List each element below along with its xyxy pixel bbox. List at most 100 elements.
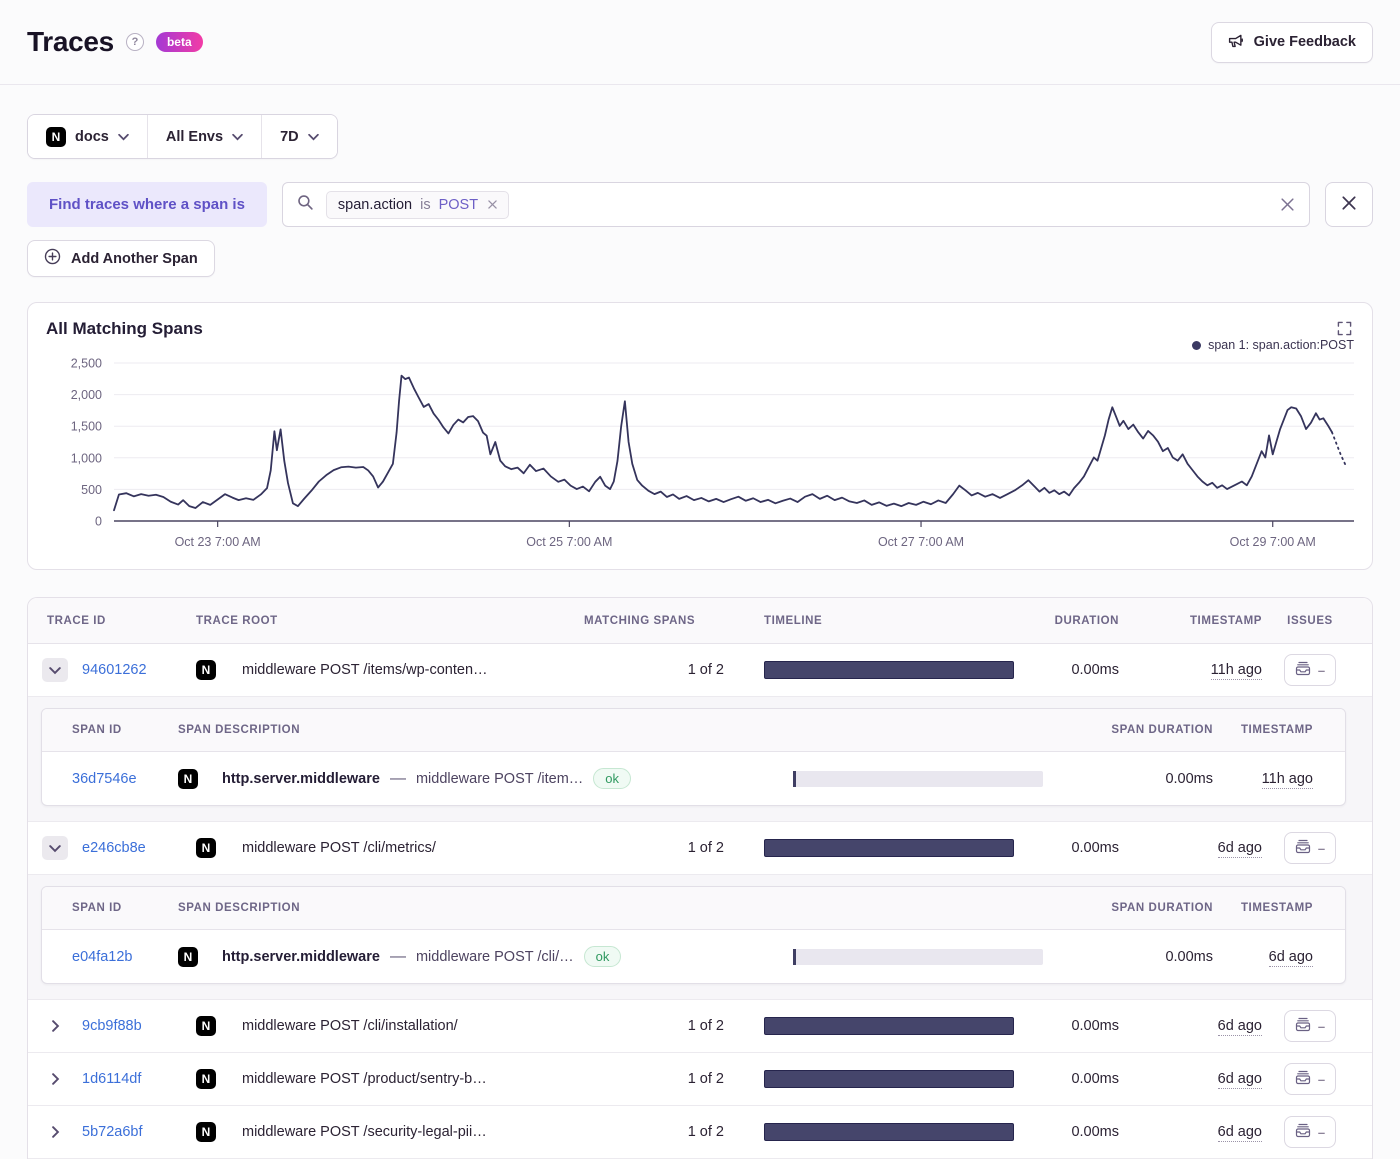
svg-text:2,000: 2,000 bbox=[71, 388, 102, 402]
clear-search-icon[interactable] bbox=[1280, 197, 1295, 212]
give-feedback-button[interactable]: Give Feedback bbox=[1211, 22, 1373, 63]
issues-button[interactable]: – bbox=[1284, 1063, 1336, 1095]
expand-trace-icon[interactable] bbox=[42, 1067, 68, 1091]
trace-timeline-bar bbox=[764, 661, 1014, 679]
span-description: middleware POST /item… bbox=[416, 771, 583, 787]
col-timeline: TIMELINE bbox=[764, 615, 1014, 627]
issues-button[interactable]: – bbox=[1284, 1010, 1336, 1042]
plus-circle-icon bbox=[44, 248, 61, 269]
trace-timestamp[interactable]: 11h ago bbox=[1211, 662, 1262, 680]
col-span-timestamp: TIMESTAMP bbox=[1213, 724, 1313, 736]
col-span-id: SPAN ID bbox=[66, 724, 178, 736]
span-id-link[interactable]: 36d7546e bbox=[66, 771, 178, 787]
issues-count-dash: – bbox=[1318, 664, 1325, 677]
beta-badge: beta bbox=[156, 32, 203, 52]
trace-timestamp[interactable]: 6d ago bbox=[1218, 1018, 1262, 1036]
span-timestamp[interactable]: 6d ago bbox=[1269, 949, 1313, 967]
span-query-row: Find traces where a span is span.action … bbox=[27, 182, 1373, 227]
span-timeline-bar bbox=[793, 771, 1043, 787]
chevron-down-icon bbox=[118, 133, 129, 141]
issues-button[interactable]: – bbox=[1284, 1116, 1336, 1148]
filter-bar: N docs All Envs 7D bbox=[27, 114, 338, 159]
trace-expansion: SPAN ID SPAN DESCRIPTION SPAN DURATION T… bbox=[28, 875, 1372, 1000]
issues-button[interactable]: – bbox=[1284, 832, 1336, 864]
expand-trace-icon[interactable] bbox=[42, 1014, 68, 1038]
fullscreen-icon[interactable] bbox=[1335, 319, 1354, 338]
trace-id-link[interactable]: 1d6114df bbox=[78, 1071, 196, 1087]
svg-text:Oct 27 7:00 AM: Oct 27 7:00 AM bbox=[878, 535, 964, 549]
trace-root-text: middleware POST /items/wp-conten… bbox=[242, 662, 584, 678]
spans-chart-svg: 05001,0001,5002,0002,500Oct 23 7:00 AMOc… bbox=[46, 353, 1356, 553]
matching-spans-count: 1 of 2 bbox=[584, 662, 724, 678]
matching-spans-count: 1 of 2 bbox=[584, 1071, 724, 1087]
remove-span-query-button[interactable] bbox=[1325, 182, 1373, 227]
add-another-span-button[interactable]: Add Another Span bbox=[27, 240, 215, 277]
trace-id-link[interactable]: e246cb8e bbox=[78, 840, 196, 856]
collapse-trace-icon[interactable] bbox=[42, 836, 68, 860]
span-timestamp[interactable]: 11h ago bbox=[1262, 771, 1313, 789]
span-row: 36d7546e N http.server.middleware — midd… bbox=[42, 752, 1345, 805]
nextjs-platform-icon: N bbox=[178, 769, 198, 789]
trace-id-link[interactable]: 94601262 bbox=[78, 662, 196, 678]
token-operator[interactable]: is bbox=[420, 197, 430, 213]
trace-id-link[interactable]: 9cb9f88b bbox=[78, 1018, 196, 1034]
trace-row: 1d6114df N middleware POST /product/sent… bbox=[28, 1053, 1372, 1106]
trace-id-link[interactable]: 5b72a6bf bbox=[78, 1124, 196, 1140]
filter-token[interactable]: span.action is POST bbox=[326, 191, 509, 219]
help-icon[interactable]: ? bbox=[126, 33, 144, 51]
nextjs-platform-icon: N bbox=[196, 1122, 216, 1142]
trace-duration: 0.00ms bbox=[1014, 840, 1119, 856]
environment-filter[interactable]: All Envs bbox=[147, 115, 261, 158]
trace-row: 5b72a6bf N middleware POST /security-leg… bbox=[28, 1106, 1372, 1159]
trace-row: e246cb8e N middleware POST /cli/metrics/… bbox=[28, 822, 1372, 875]
chart-legend[interactable]: span 1: span.action:POST bbox=[46, 337, 1354, 353]
trace-duration: 0.00ms bbox=[1014, 662, 1119, 678]
expand-trace-icon[interactable] bbox=[42, 1120, 68, 1144]
date-range-filter[interactable]: 7D bbox=[261, 115, 337, 158]
issues-count-dash: – bbox=[1318, 1020, 1325, 1033]
trace-duration: 0.00ms bbox=[1014, 1018, 1119, 1034]
col-issues: ISSUES bbox=[1262, 615, 1358, 627]
trace-timestamp[interactable]: 6d ago bbox=[1218, 1071, 1262, 1089]
trace-duration: 0.00ms bbox=[1014, 1071, 1119, 1087]
span-duration: 0.00ms bbox=[1043, 949, 1213, 965]
col-trace-id: TRACE ID bbox=[42, 615, 196, 627]
col-span-description: SPAN DESCRIPTION bbox=[178, 902, 793, 914]
trace-row: 9cb9f88b N middleware POST /cli/installa… bbox=[28, 1000, 1372, 1053]
find-traces-label: Find traces where a span is bbox=[27, 182, 267, 227]
issues-button[interactable]: – bbox=[1284, 654, 1336, 686]
token-remove-icon[interactable] bbox=[488, 197, 497, 212]
spans-subtable: SPAN ID SPAN DESCRIPTION SPAN DURATION T… bbox=[41, 886, 1346, 984]
nextjs-platform-icon: N bbox=[178, 947, 198, 967]
issues-count-dash: – bbox=[1318, 1126, 1325, 1139]
nextjs-platform-icon: N bbox=[196, 1016, 216, 1036]
col-span-timestamp: TIMESTAMP bbox=[1213, 902, 1313, 914]
issues-icon bbox=[1295, 661, 1311, 679]
issues-count-dash: – bbox=[1318, 842, 1325, 855]
legend-series-dot bbox=[1192, 341, 1201, 350]
matching-spans-count: 1 of 2 bbox=[584, 1018, 724, 1034]
span-op: http.server.middleware bbox=[222, 771, 380, 787]
trace-timeline-bar bbox=[764, 1123, 1014, 1141]
svg-text:Oct 25 7:00 AM: Oct 25 7:00 AM bbox=[526, 535, 612, 549]
span-id-link[interactable]: e04fa12b bbox=[66, 949, 178, 965]
trace-timestamp[interactable]: 6d ago bbox=[1218, 840, 1262, 858]
feedback-label: Give Feedback bbox=[1254, 34, 1356, 50]
span-search-input[interactable]: span.action is POST bbox=[282, 182, 1310, 227]
spans-subtable-header: SPAN ID SPAN DESCRIPTION SPAN DURATION T… bbox=[42, 887, 1345, 930]
add-span-label: Add Another Span bbox=[71, 251, 198, 267]
page-title: Traces bbox=[27, 26, 114, 58]
trace-timestamp[interactable]: 6d ago bbox=[1218, 1124, 1262, 1142]
span-status-badge: ok bbox=[584, 946, 622, 967]
close-icon bbox=[1341, 195, 1357, 214]
svg-text:0: 0 bbox=[95, 515, 102, 529]
project-filter[interactable]: N docs bbox=[28, 115, 147, 158]
chevron-down-icon bbox=[232, 133, 243, 141]
collapse-trace-icon[interactable] bbox=[42, 658, 68, 682]
traces-table: TRACE ID TRACE ROOT MATCHING SPANS TIMEL… bbox=[27, 597, 1373, 1159]
issues-icon bbox=[1295, 1070, 1311, 1088]
token-value[interactable]: POST bbox=[439, 197, 478, 213]
col-span-duration: SPAN DURATION bbox=[1043, 724, 1213, 736]
svg-text:Oct 29 7:00 AM: Oct 29 7:00 AM bbox=[1230, 535, 1316, 549]
trace-timeline-bar bbox=[764, 1070, 1014, 1088]
